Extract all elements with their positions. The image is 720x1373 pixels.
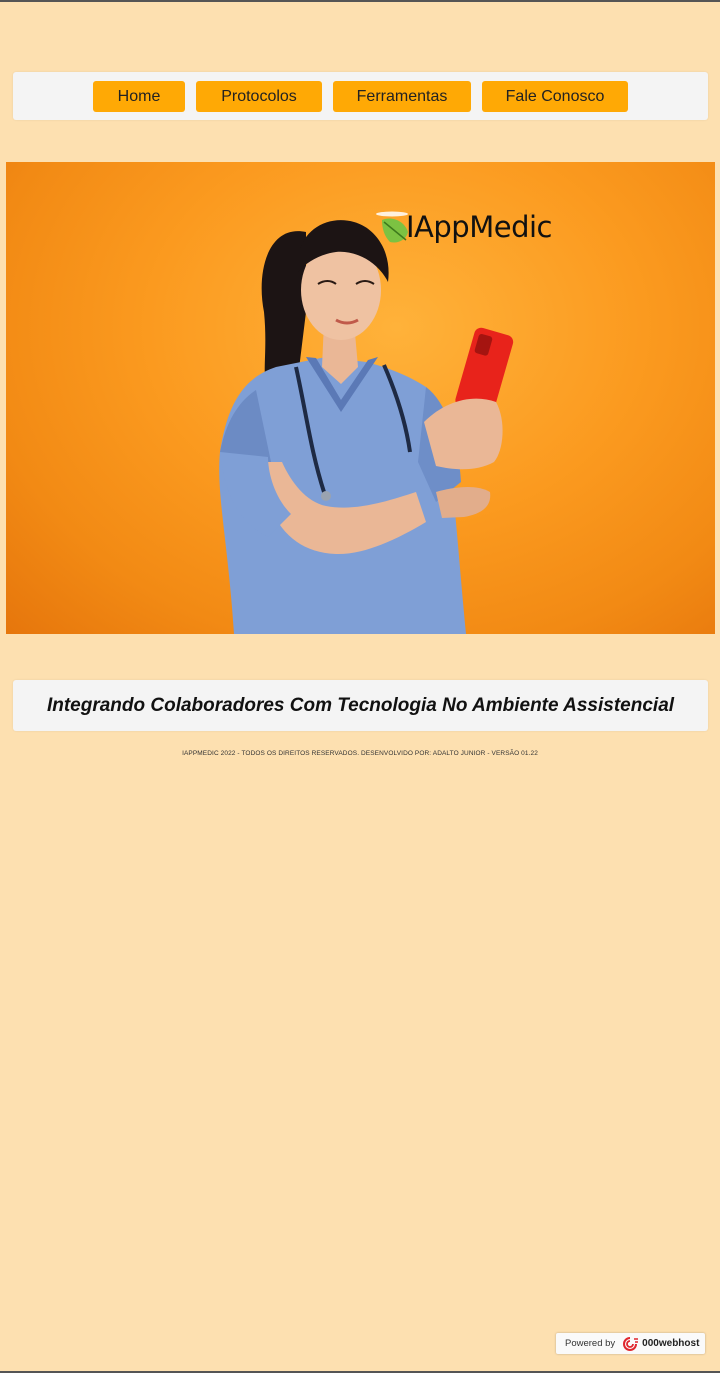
hero-banner: IAppMedic <box>6 162 715 634</box>
nav-protocolos-button[interactable]: Protocolos <box>196 81 322 112</box>
powered-by-label: Powered by <box>565 1338 616 1349</box>
nav-ferramentas-button[interactable]: Ferramentas <box>333 81 471 112</box>
logo-leaf-icon <box>376 211 408 243</box>
hero-image <box>219 211 514 634</box>
main-nav: Home Protocolos Ferramentas Fale Conosco <box>13 72 708 120</box>
nav-fale-conosco-button[interactable]: Fale Conosco <box>482 81 628 112</box>
powered-by-badge[interactable]: Powered by 000webhost <box>556 1333 705 1354</box>
hero-logo-text: IAppMedic <box>406 210 552 244</box>
top-border <box>0 0 720 2</box>
tagline-panel: Integrando Colaboradores Com Tecnologia … <box>13 680 708 731</box>
footer-copyright: IAPPMEDIC 2022 - TODOS OS DIREITOS RESER… <box>182 750 538 757</box>
nav-home-button[interactable]: Home <box>93 81 185 112</box>
powered-by-brand: 000webhost <box>642 1338 700 1349</box>
tagline-text: Integrando Colaboradores Com Tecnologia … <box>46 695 675 716</box>
webhost-logo-icon <box>621 1336 639 1352</box>
